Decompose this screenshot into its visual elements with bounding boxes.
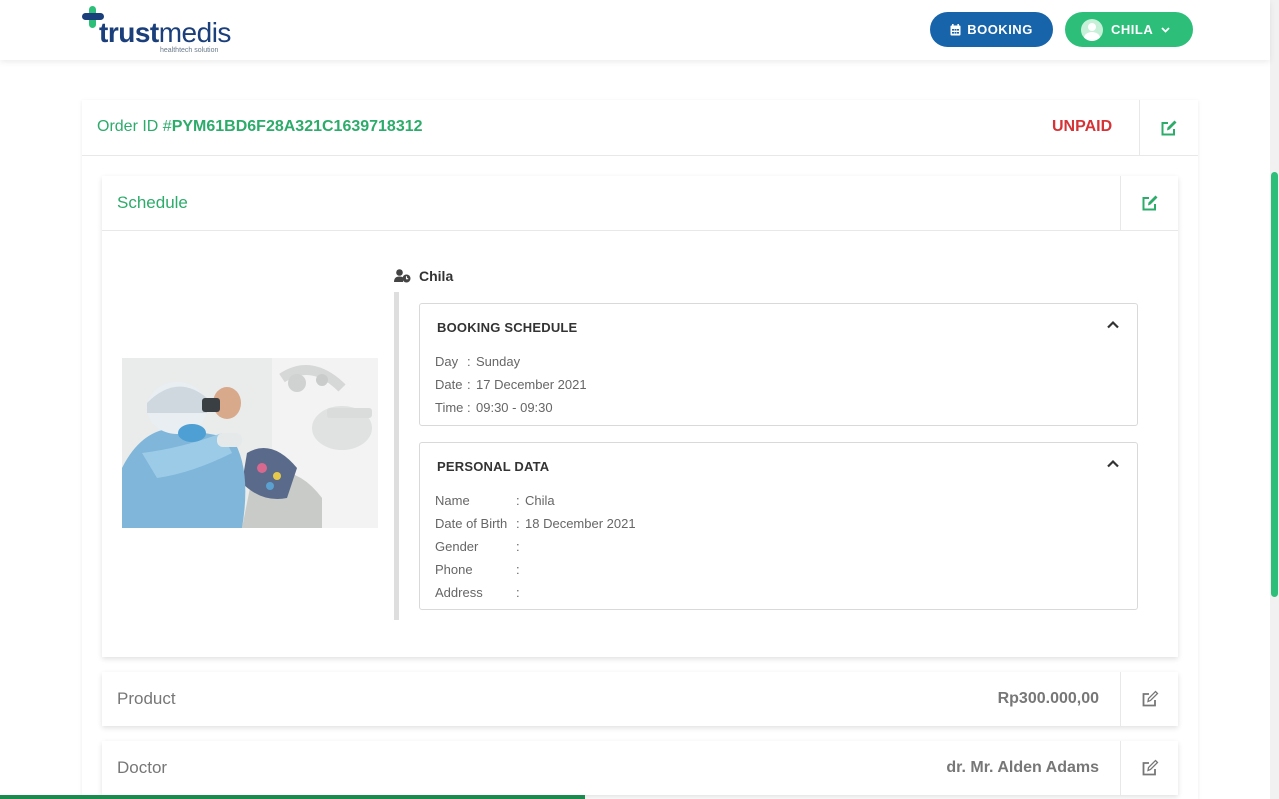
booking-schedule-panel: BOOKING SCHEDULE Day: Sunday Date:17 Dece… [419,303,1138,426]
schedule-section: Schedule Chila BOOKING SCHEDULE Day: Su… [102,176,1178,657]
avatar [1081,18,1103,41]
order-header: Order ID #PYM61BD6F28A321C1639718312 UNP… [82,100,1198,156]
personal-name-row: Name: Chila [435,493,555,508]
calendar-icon [950,23,961,35]
booking-schedule-title: BOOKING SCHEDULE [437,320,578,335]
order-id: Order ID #PYM61BD6F28A321C1639718312 [97,118,423,135]
personal-data-title: PERSONAL DATA [437,459,550,474]
payment-status: UNPAID [1052,118,1113,135]
edit-icon [1142,690,1158,707]
edit-product-button[interactable] [1120,672,1178,726]
chevron-down-icon [1161,26,1170,33]
booking-date-row: Date:17 December 2021 [435,377,587,392]
doctor-section: Doctor dr. Mr. Alden Adams [102,741,1178,795]
booking-day-row: Day: Sunday [435,354,521,369]
schedule-title: Schedule [117,193,188,212]
edit-order-button[interactable] [1139,100,1197,155]
patient-name: Chila [419,268,454,284]
user-clock-icon [394,269,411,283]
booking-button[interactable]: BOOKING [930,12,1053,47]
patient-heading: Chila [394,268,453,284]
page-load-progress-bar [0,795,585,799]
timeline-bar [394,292,399,620]
doctor-title: Doctor [117,758,168,777]
personal-dob-row: Date of Birth:18 December 2021 [435,516,636,531]
personal-gender-row: Gender: [435,539,520,554]
user-menu-button[interactable]: CHILA [1065,12,1193,47]
chevron-up-icon[interactable] [1107,459,1119,468]
edit-icon [1161,120,1176,135]
doctor-photo [122,358,378,528]
personal-phone-row: Phone: [435,562,520,577]
personal-data-panel: PERSONAL DATA Name: Chila Date of Birth:1… [419,442,1138,610]
logo-tagline: healthtech solution [160,47,219,54]
product-section: Product Rp300.000,00 [102,672,1178,726]
logo-wordmark: trustmedis [99,17,231,48]
edit-icon [1142,195,1157,211]
chevron-up-icon[interactable] [1107,320,1119,329]
edit-icon [1142,759,1158,776]
product-title: Product [117,689,176,708]
trustmedis-logo[interactable]: trustmedis healthtech solution [82,6,242,56]
order-id-value: PYM61BD6F28A321C1639718312 [171,118,423,135]
scrollbar-thumb[interactable] [1271,172,1278,597]
schedule-header: Schedule [102,176,1178,231]
top-navbar: trustmedis healthtech solution BOOKING C… [0,0,1270,60]
user-menu-label: CHILA [1111,22,1154,37]
doctor-name: dr. Mr. Alden Adams [946,759,1099,776]
personal-address-row: Address: [435,585,520,600]
scrollbar[interactable] [1270,0,1279,799]
product-price: Rp300.000,00 [997,690,1099,707]
edit-doctor-button[interactable] [1120,741,1178,795]
edit-schedule-button[interactable] [1120,176,1178,230]
booking-button-label: BOOKING [967,22,1033,37]
booking-time-row: Time:09:30 - 09:30 [435,400,553,415]
